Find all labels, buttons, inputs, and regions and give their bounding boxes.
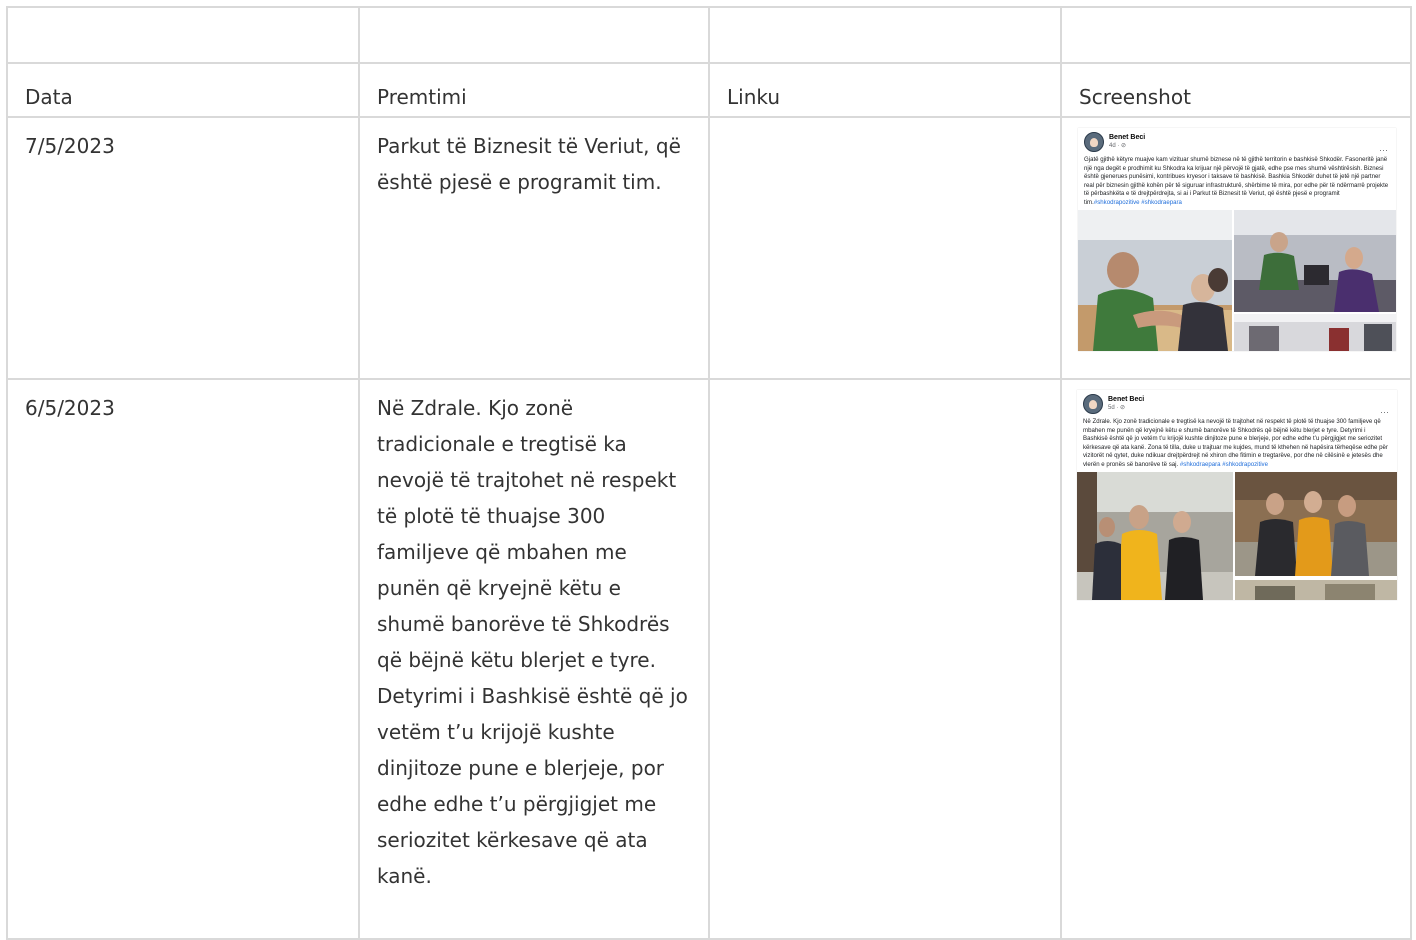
link-cell[interactable] [708,116,1062,380]
photo-factory-machines [1234,314,1396,351]
photo-factory-handshake [1078,210,1232,351]
empty-header-cell [708,6,1062,64]
header-promise: Premtimi [358,62,710,118]
empty-header-cell [358,6,710,64]
post-hashtags: #shkodraepara #shkodrapozitive [1179,460,1268,468]
post-header: Benet Beci 4d · ⊘ ··· [1078,128,1396,155]
avatar [1083,394,1103,414]
facebook-post-screenshot[interactable]: Benet Beci 5d · ⊘ ··· Në Zdrale. Kjo zon… [1077,390,1397,600]
table-row: 6/5/2023 Në Zdrale. Kjo zonë tradicional… [6,378,1412,940]
facebook-post-screenshot[interactable]: Benet Beci 4d · ⊘ ··· Gjatë gjithë këtyr… [1078,128,1396,351]
table-header-row: Data Premtimi Linku Screenshot [6,62,1412,118]
empty-header-cell [6,6,360,64]
post-time: 4d · ⊘ [1109,143,1127,149]
promises-table: Data Premtimi Linku Screenshot 7/5/2023 … [6,6,1412,940]
post-time: 5d · ⊘ [1108,405,1126,411]
screenshot-cell: Benet Beci 5d · ⊘ ··· Në Zdrale. Kjo zon… [1060,378,1412,940]
photo-street-walk [1077,472,1233,600]
header-date: Data [6,62,360,118]
link-cell[interactable] [708,378,1062,940]
more-options-icon: ··· [1379,145,1388,155]
date-cell: 6/5/2023 [6,378,360,940]
table-empty-header-row [6,6,1412,64]
avatar [1084,132,1104,152]
photo-factory-workers [1234,210,1396,312]
post-text: Gjatë gjithë këtyre muajve kam vizituar … [1078,154,1396,210]
post-photos [1078,210,1396,351]
post-hashtags: #shkodrapozitive #shkodraepara [1093,198,1182,206]
promise-cell: Në Zdrale. Kjo zonë tradicionale e tregt… [358,378,710,940]
promise-cell: Parkut të Biznesit të Veriut, që është p… [358,116,710,380]
post-text: Në Zdrale. Kjo zonë tradicionale e tregt… [1077,416,1397,472]
photo-market-stall [1235,578,1397,600]
more-options-icon: ··· [1380,407,1389,417]
screenshot-cell: Benet Beci 4d · ⊘ ··· Gjatë gjithë këtyr… [1060,116,1412,380]
post-header: Benet Beci 5d · ⊘ ··· [1077,390,1397,417]
header-link: Linku [708,62,1062,118]
date-cell: 7/5/2023 [6,116,360,380]
post-photos [1077,472,1397,600]
post-author: Benet Beci [1109,134,1146,141]
post-author: Benet Beci [1108,396,1145,403]
header-screenshot: Screenshot [1060,62,1412,118]
empty-header-cell [1060,6,1412,64]
photo-street-talk [1235,472,1397,576]
table-row: 7/5/2023 Parkut të Biznesit të Veriut, q… [6,116,1412,380]
